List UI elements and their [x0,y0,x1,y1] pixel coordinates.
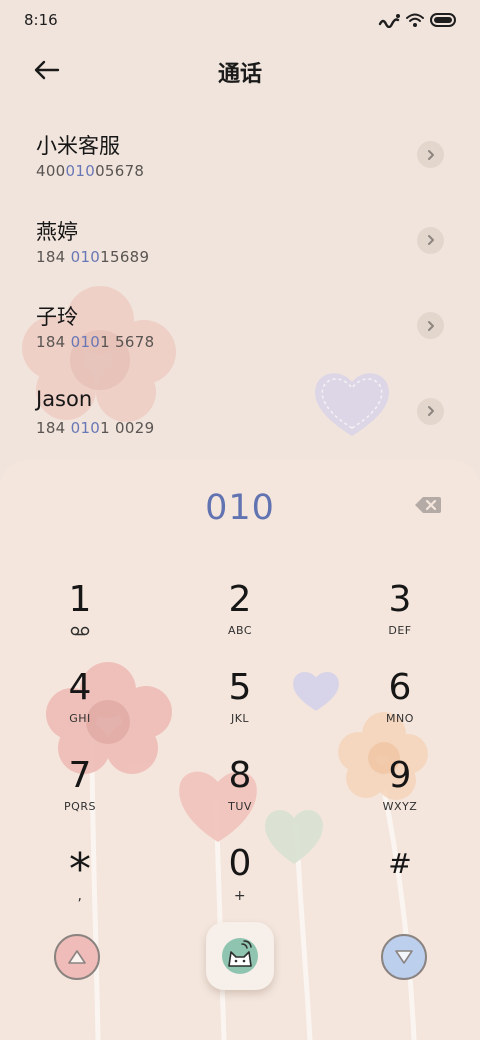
page-title: 通话 [217,62,262,87]
key-digit: 8 [228,755,252,796]
chevron-right-icon [427,149,434,160]
number-suffix: 1 0029 [100,418,155,437]
contact-number: 184 0101 5678 [36,333,154,351]
dial-key-7[interactable]: 7 PQRS [20,756,140,836]
dial-key-3[interactable]: 3 DEF [340,580,460,660]
scroll-up-button[interactable] [54,934,100,980]
number-prefix: 184 [36,333,71,351]
voicemail-icon [20,626,140,639]
status-bar: 8:16 [0,0,480,40]
battery-icon [430,13,456,27]
dial-key-8[interactable]: 8 TUV [180,756,300,836]
backspace-icon [415,497,441,513]
number-prefix: 184 [36,247,71,266]
triangle-down-icon [395,950,413,964]
key-letters: + [233,888,247,904]
scroll-down-button[interactable] [381,934,427,980]
dial-key-1[interactable]: 1 [20,580,140,660]
header: 通话 [0,44,480,96]
contact-list: 小米客服 40001005678 燕婷 184 01015689 子玲 184 … [0,114,480,456]
contact-item[interactable]: 子玲 184 0101 5678 [0,285,480,371]
key-digit: # [388,847,412,880]
contact-detail-button[interactable] [417,312,444,339]
status-icons [378,12,458,28]
cat-call-icon [222,938,258,974]
contact-detail-button[interactable] [417,226,444,254]
dial-key-0[interactable]: 0 + [180,844,300,924]
signal-icon [378,14,400,28]
dial-key-2[interactable]: 2 ABC [180,580,300,660]
chevron-right-icon [427,235,434,245]
chevron-right-icon [427,406,434,416]
key-letters: ABC [227,624,253,637]
dial-key-star[interactable]: * , [20,848,140,928]
dial-input[interactable]: 010 [0,488,480,528]
dial-key-9[interactable]: 9 WXYZ [340,756,460,836]
number-suffix: 05678 [95,162,145,180]
key-digit: 2 [228,579,252,620]
key-letters: PQRS [64,800,96,813]
key-digit: 9 [388,755,412,796]
number-prefix: 400 [36,162,66,180]
chevron-right-icon [427,320,434,331]
triangle-up-icon [68,950,86,964]
contact-number: 184 0101 0029 [36,419,154,437]
number-match: 010 [70,247,101,266]
call-button[interactable] [206,922,274,990]
key-digit: * [69,844,91,895]
key-digit: 7 [68,755,92,796]
dial-key-5[interactable]: 5 JKL [180,668,300,748]
number-match: 010 [70,333,101,351]
contact-number: 184 01015689 [36,248,149,266]
dial-key-4[interactable]: 4 GHI [20,668,140,748]
key-digit: 1 [68,579,92,620]
number-suffix: 15689 [100,247,150,266]
status-time: 8:16 [24,11,58,29]
contact-number: 40001005678 [36,162,144,180]
contact-item[interactable]: Jason 184 0101 0029 [0,371,480,457]
key-digit: 6 [388,667,412,708]
number-match: 010 [70,418,101,437]
wifi-icon [406,13,424,27]
backspace-button[interactable] [414,494,442,516]
key-digit: 4 [68,667,92,708]
key-letters: , [77,888,83,904]
contact-detail-button[interactable] [417,141,444,168]
key-digit: 5 [228,667,252,708]
contact-name: 燕婷 [36,219,78,244]
number-match: 010 [65,162,96,180]
contact-name: 子玲 [36,305,78,329]
contact-name: 小米客服 [36,134,120,158]
dial-key-6[interactable]: 6 MNO [340,668,460,748]
dialpad-panel: 010 1 2 ABC 3 DEF 4 GHI 5 JKL 6 MNO 7 PQ… [0,460,480,1040]
key-letters: MNO [386,712,414,725]
key-letters: JKL [230,712,250,725]
contact-item[interactable]: 小米客服 40001005678 [0,114,480,200]
dial-key-hash[interactable]: # [340,844,460,924]
number-prefix: 184 [36,418,71,437]
key-digit: 3 [388,579,412,620]
key-letters: GHI [69,712,91,725]
contact-item[interactable]: 燕婷 184 01015689 [0,200,480,286]
key-digit: 0 [228,843,252,884]
key-letters: WXYZ [382,800,418,813]
contact-name: Jason [36,386,93,411]
number-suffix: 1 5678 [100,333,155,351]
key-letters: TUV [228,800,252,813]
key-letters: DEF [388,624,412,637]
contact-detail-button[interactable] [417,397,444,425]
